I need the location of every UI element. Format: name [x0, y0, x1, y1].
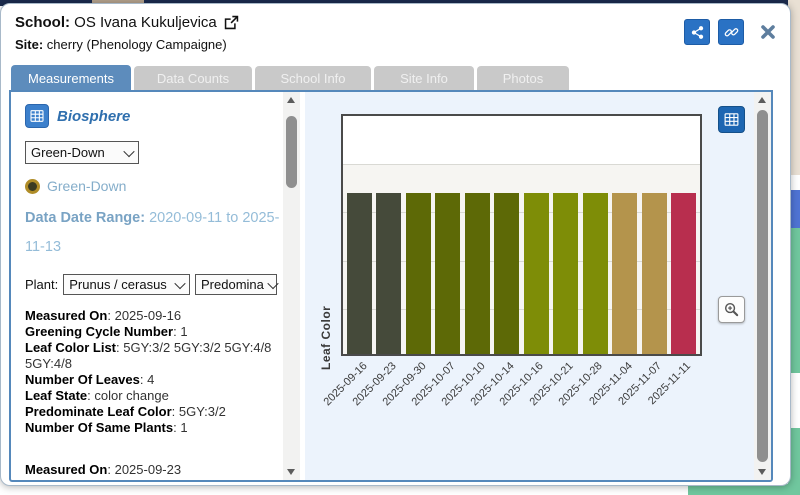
link-icon [724, 27, 738, 37]
chart-bar[interactable] [464, 193, 490, 354]
measurement-list: Measured On: 2025-09-16 Greening Cycle Nu… [25, 308, 277, 480]
dialog-actions [684, 19, 780, 45]
chart-bar[interactable] [376, 193, 402, 354]
protocol-select-value: Green-Down [31, 145, 105, 160]
legend-item-green-down: Green-Down [25, 178, 277, 194]
plant-label: Plant: [25, 277, 59, 292]
protocol-select[interactable]: Green-Down [25, 141, 139, 164]
plant-attribute-select[interactable]: Predomina [195, 274, 279, 295]
chart-table-view-button[interactable] [718, 106, 745, 133]
plant-select-value: Prunus / cerasus [69, 277, 167, 292]
plant-filter-row: Plant: Prunus / cerasus Predomina [25, 274, 279, 295]
chart-x-axis-labels: 2025-09-16 2025-09-23 2025-09-30 2025-10-07… [321, 360, 694, 409]
link-button[interactable] [718, 19, 744, 45]
site-value: cherry (Phenology Campaigne) [46, 37, 227, 52]
scroll-up-arrow[interactable] [758, 97, 766, 103]
chart-bar[interactable] [347, 193, 372, 354]
scrollbar-thumb[interactable] [286, 116, 297, 188]
chart-bar[interactable] [641, 193, 667, 354]
tab-school-info[interactable]: School Info [255, 66, 371, 91]
share-button[interactable] [684, 19, 710, 45]
measurement-field: Measured On: 2025-09-16 [25, 308, 182, 323]
chart-bar[interactable] [612, 193, 638, 354]
date-range-label: Data Date Range: [25, 210, 146, 226]
close-button[interactable] [756, 20, 780, 44]
chart-bar[interactable] [435, 193, 461, 354]
chevron-down-icon [267, 277, 279, 289]
scroll-down-arrow[interactable] [287, 469, 295, 475]
chart-zoom-button[interactable] [718, 296, 745, 323]
chart-y-axis-label: Leaf Color [319, 305, 333, 370]
dialog-header: School: OS Ivana Kukuljevica Site: cherr… [15, 14, 240, 52]
section-title: Biosphere [57, 107, 131, 125]
chart-bar[interactable] [494, 193, 520, 354]
share-icon [691, 25, 703, 39]
chart-bar[interactable] [523, 193, 549, 354]
site-detail-dialog: School: OS Ivana Kukuljevica Site: cherr… [0, 3, 791, 486]
measurement-field: Measured On: 2025-09-23 [25, 462, 182, 477]
close-icon [761, 25, 775, 39]
chevron-down-icon [123, 145, 135, 157]
measurement-field: Predominate Leaf Color: 5GY:3/2 [25, 404, 226, 419]
measurement-block: Measured On: 2025-09-23Greening Cycle Nu… [25, 462, 277, 480]
measurement-field: Leaf Color List: 5GY:3/2 5GY:3/2 5GY:4/8… [25, 340, 272, 371]
data-table-button[interactable] [25, 104, 49, 128]
measurement-field: Leaf State: color change [25, 388, 169, 403]
chevron-down-icon [174, 277, 186, 289]
table-icon [724, 113, 739, 126]
measurements-tab-content: Biosphere Green-Down Green-Down Data Dat… [9, 90, 773, 482]
biosphere-panel: Biosphere Green-Down Green-Down Data Dat… [11, 92, 283, 480]
data-date-range: Data Date Range: 2020-09-11 to 2025-11-1… [25, 204, 281, 262]
school-label: School: [15, 14, 70, 31]
green-down-marker-icon [25, 178, 40, 194]
chart-bars [347, 134, 696, 354]
tab-measurements[interactable]: Measurements [11, 65, 131, 91]
measurement-field: Number Of Same Plants: 1 [25, 420, 188, 435]
tab-photos[interactable]: Photos [477, 66, 569, 91]
table-icon [30, 110, 44, 122]
left-panel-scrollbar[interactable] [283, 92, 300, 480]
tab-site-info[interactable]: Site Info [374, 66, 474, 91]
measurement-block: Measured On: 2025-09-16 Greening Cycle Nu… [25, 308, 277, 436]
chart-panel: Leaf Color 2025-09-16 2025-09-23 2025-09-3… [300, 92, 754, 480]
legend-label: Green-Down [47, 178, 127, 194]
chart-bar[interactable] [405, 193, 431, 354]
school-name: OS Ivana Kukuljevica [74, 14, 217, 31]
tab-bar: Measurements Data Counts School Info Sit… [11, 65, 569, 91]
scrollbar-thumb[interactable] [757, 110, 768, 462]
open-in-new-icon[interactable] [223, 14, 240, 31]
chart-bar[interactable] [553, 193, 579, 354]
measurement-field: Greening Cycle Number: 1 [25, 478, 277, 480]
chart-bar[interactable] [670, 193, 696, 354]
scroll-down-arrow[interactable] [758, 469, 766, 475]
chart-panel-scrollbar[interactable] [754, 92, 771, 480]
measurement-field: Greening Cycle Number: 1 [25, 324, 188, 339]
plant-select[interactable]: Prunus / cerasus [63, 274, 190, 295]
site-label: Site: [15, 37, 44, 52]
leaf-color-bar-chart [341, 114, 702, 356]
tab-data-counts[interactable]: Data Counts [134, 66, 252, 91]
magnifier-plus-icon [724, 302, 739, 317]
plant-attribute-select-value: Predomina [201, 277, 264, 292]
chart-bar[interactable] [582, 193, 608, 354]
scroll-up-arrow[interactable] [287, 97, 295, 103]
measurement-field: Number Of Leaves: 4 [25, 372, 155, 387]
